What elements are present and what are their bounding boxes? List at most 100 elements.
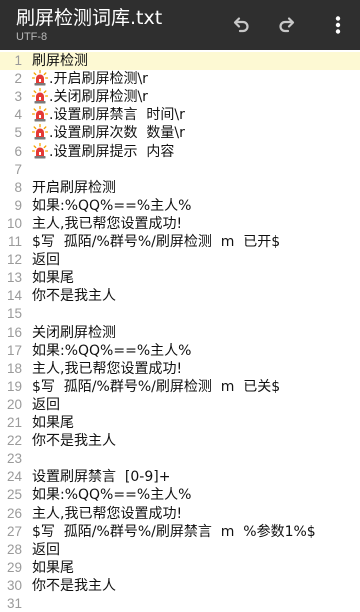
- line-text: $写 孤陌/%群号%/刷屏检测 m 已关$: [32, 378, 360, 396]
- line-content: 主人,我已帮您设置成功!: [32, 360, 183, 377]
- editor-line[interactable]: 27 $写 孤陌/%群号%/刷屏禁言 m %参数1%$: [0, 523, 360, 541]
- editor-line[interactable]: 11 $写 孤陌/%群号%/刷屏检测 m 已开$: [0, 233, 360, 251]
- police-light-icon: [32, 70, 49, 87]
- editor-line[interactable]: 2 .开启刷屏检测\r: [0, 70, 360, 88]
- line-content: .设置刷屏禁言 时间\r: [49, 107, 185, 124]
- line-text: 如果:%QQ%==%主人%: [32, 486, 360, 504]
- line-text: 如果尾: [32, 269, 360, 287]
- editor-line[interactable]: 6 .设置刷屏提示 内容: [0, 142, 360, 161]
- editor-line[interactable]: 20 返回: [0, 396, 360, 414]
- editor-line[interactable]: 8 开启刷屏检测: [0, 179, 360, 197]
- line-text: 你不是我主人: [32, 287, 360, 305]
- editor-line[interactable]: 12 返回: [0, 251, 360, 269]
- line-content: 主人,我已帮您设置成功!: [32, 505, 183, 522]
- editor-line[interactable]: 18 主人,我已帮您设置成功!: [0, 360, 360, 378]
- line-content: 你不是我主人: [32, 288, 116, 305]
- line-text: 如果尾: [32, 414, 360, 432]
- line-content: $写 孤陌/%群号%/刷屏禁言 m %参数1%$: [32, 523, 316, 540]
- editor-line[interactable]: 4 .设置刷屏禁言 时间\r: [0, 106, 360, 124]
- redo-button[interactable]: [272, 9, 304, 41]
- line-number: 11: [7, 234, 22, 249]
- line-content: 你不是我主人: [32, 433, 116, 450]
- line-number: 18: [6, 360, 22, 376]
- line-content: .关闭刷屏检测\r: [49, 89, 148, 106]
- overflow-menu-button[interactable]: [322, 9, 354, 41]
- line-text: 如果尾: [32, 559, 360, 577]
- line-number: 4: [14, 107, 22, 123]
- police-light-icon: [32, 106, 49, 123]
- editor-line[interactable]: 24 设置刷屏禁言 [0-9]+: [0, 468, 360, 486]
- editor-line[interactable]: 25 如果:%QQ%==%主人%: [0, 486, 360, 504]
- file-encoding: UTF-8: [16, 31, 48, 43]
- line-number: 15: [6, 306, 22, 322]
- line-number: 27: [6, 523, 22, 539]
- police-light-icon: [32, 88, 49, 105]
- line-number: 10: [6, 215, 22, 231]
- line-number: 22: [6, 433, 22, 449]
- line-text: 返回: [32, 541, 360, 559]
- line-number: 26: [6, 505, 22, 521]
- line-content: 开启刷屏检测: [32, 179, 116, 196]
- line-text: $写 孤陌/%群号%/刷屏检测 m 已开$: [32, 233, 360, 251]
- line-content: 返回: [32, 396, 60, 413]
- line-text: 关闭刷屏检测: [32, 324, 360, 342]
- editor-line[interactable]: 23: [0, 450, 360, 468]
- line-number: 20: [6, 396, 22, 412]
- line-content: 如果:%QQ%==%主人%: [32, 487, 192, 504]
- line-text: .开启刷屏检测\r: [32, 70, 360, 88]
- line-text: 主人,我已帮您设置成功!: [32, 360, 360, 378]
- undo-button[interactable]: [224, 9, 256, 41]
- editor-line[interactable]: 5 .设置刷屏次数 数量\r: [0, 124, 360, 142]
- line-number: 28: [6, 541, 22, 557]
- editor-line-current[interactable]: 1 刷屏检测: [0, 52, 360, 71]
- editor-line[interactable]: 19 $写 孤陌/%群号%/刷屏检测 m 已关$: [0, 378, 360, 396]
- editor-line[interactable]: 7: [0, 161, 360, 179]
- line-number: 30: [6, 577, 22, 593]
- file-title: 刷屏检测词库.txt: [16, 7, 163, 29]
- police-light-icon: [32, 142, 49, 160]
- line-number: 8: [14, 179, 22, 195]
- line-number: 5: [14, 125, 22, 141]
- editor-line[interactable]: 31: [0, 595, 360, 612]
- editor-line[interactable]: 3 .关闭刷屏检测\r: [0, 88, 360, 106]
- editor-line[interactable]: 16 关闭刷屏检测: [0, 324, 360, 342]
- editor-line[interactable]: 30 你不是我主人: [0, 577, 360, 595]
- line-number: 9: [14, 197, 22, 213]
- line-number: 7: [14, 161, 22, 177]
- more-vert-icon: [335, 16, 341, 34]
- editor-line[interactable]: 13 如果尾: [0, 269, 360, 287]
- line-text: .设置刷屏禁言 时间\r: [32, 106, 360, 124]
- editor-line[interactable]: 10 主人,我已帮您设置成功!: [0, 215, 360, 233]
- line-number: 17: [6, 342, 22, 358]
- line-text: 返回: [32, 396, 360, 414]
- line-number: 23: [6, 451, 22, 467]
- line-content: 如果尾: [32, 270, 74, 287]
- line-content: 关闭刷屏检测: [32, 324, 116, 341]
- line-number: 16: [6, 324, 22, 340]
- line-text: 你不是我主人: [32, 432, 360, 450]
- line-number: 24: [6, 469, 22, 485]
- line-content: 返回: [32, 541, 60, 558]
- editor-line[interactable]: 28 返回: [0, 541, 360, 559]
- editor-line[interactable]: 17 如果:%QQ%==%主人%: [0, 342, 360, 360]
- app-bar: 刷屏检测词库.txt UTF-8: [0, 0, 360, 50]
- editor-line[interactable]: 15: [0, 305, 360, 323]
- line-text: 主人,我已帮您设置成功!: [32, 505, 360, 523]
- editor-line[interactable]: 14 你不是我主人: [0, 287, 360, 305]
- editor-line[interactable]: 22 你不是我主人: [0, 432, 360, 450]
- police-light-icon: [32, 124, 49, 141]
- line-text: .设置刷屏次数 数量\r: [32, 124, 360, 142]
- line-text: 刷屏检测: [32, 52, 360, 70]
- line-content: 返回: [32, 252, 60, 269]
- editor-line[interactable]: 29 如果尾: [0, 559, 360, 577]
- line-number: 19: [6, 378, 22, 394]
- line-content: 如果尾: [32, 559, 74, 576]
- editor-line[interactable]: 9 如果:%QQ%==%主人%: [0, 197, 360, 215]
- editor-line[interactable]: 21 如果尾: [0, 414, 360, 432]
- line-number: 2: [14, 71, 22, 87]
- line-number: 31: [6, 596, 22, 611]
- text-editor[interactable]: 1 刷屏检测 2 .开启刷屏检测\r 3 .关闭刷屏检测\r 4 .设置刷屏禁言 时间\r 5.…: [0, 50, 360, 612]
- editor-line[interactable]: 26 主人,我已帮您设置成功!: [0, 505, 360, 523]
- line-text: 设置刷屏禁言 [0-9]+: [32, 468, 360, 486]
- line-number: 29: [6, 559, 22, 575]
